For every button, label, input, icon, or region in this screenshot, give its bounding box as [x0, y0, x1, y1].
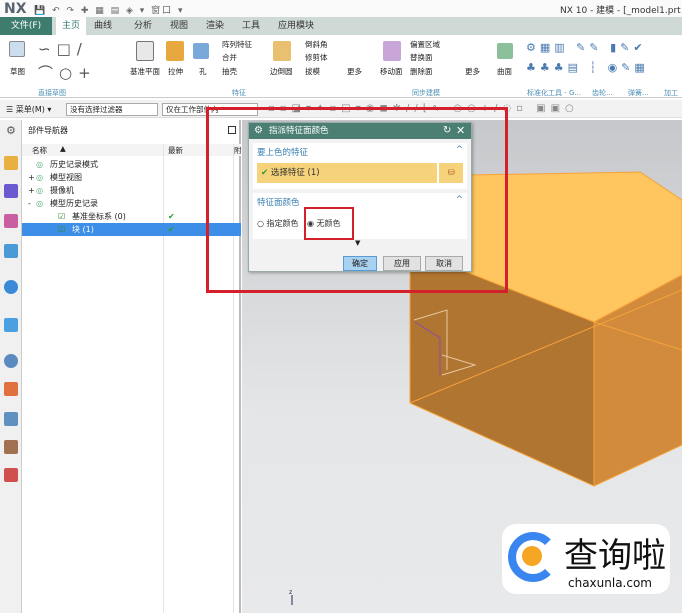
resource-bar: ⚙	[0, 120, 22, 613]
tab-tools[interactable]: 工具	[236, 17, 266, 35]
chamfer-button[interactable]: 倒斜角	[305, 39, 328, 50]
move-face-icon[interactable]	[383, 41, 401, 61]
curve-tools-icons[interactable]: ∽□/	[38, 40, 88, 58]
window-title: NX 10 - 建模 - [_model1.prt (	[560, 6, 682, 16]
column-latest[interactable]: 最新	[168, 145, 183, 156]
hole-button[interactable]: 孔	[199, 66, 207, 77]
menu-label: 菜单(M)	[15, 105, 45, 114]
expander-icon[interactable]: +	[28, 171, 35, 184]
svg-text:z: z	[289, 589, 292, 596]
curve-tools-icons-2[interactable]: ⌒○+	[38, 62, 97, 83]
delete-face-button[interactable]: 删除面	[410, 66, 433, 77]
expander-icon[interactable]: -	[28, 197, 31, 210]
edge-blend-button[interactable]: 边倒圆	[270, 66, 293, 77]
unite-button[interactable]: 合并	[222, 52, 237, 63]
tab-applications[interactable]: 应用模块	[272, 17, 320, 35]
pattern-feature-button[interactable]: 阵列特征	[222, 39, 252, 50]
group-spring: 弹簧...	[628, 89, 649, 97]
watermark: 查询啦 chaxunla.com	[502, 524, 670, 594]
type-filter-select[interactable]: 没有选择过滤器	[66, 103, 158, 116]
node-icon: ◎	[36, 186, 43, 195]
annotation-highlight-radio	[304, 207, 354, 240]
system-materials-icon[interactable]	[4, 382, 18, 396]
trim-body-button[interactable]: 修剪体	[305, 52, 328, 63]
extrude-icon[interactable]	[166, 41, 184, 61]
datum-plane-icon[interactable]	[136, 41, 154, 61]
tab-curve[interactable]: 曲线	[88, 17, 118, 35]
node-icon: ◎	[36, 199, 43, 208]
tab-file[interactable]: 文件(F)	[0, 17, 52, 35]
offset-region-button[interactable]: 偏置区域	[410, 39, 440, 50]
roles-icon[interactable]	[4, 440, 18, 454]
constraint-navigator-icon[interactable]	[4, 184, 18, 198]
group-direct-sketch: 直接草图	[38, 89, 66, 97]
annotation-highlight	[206, 107, 508, 293]
window-menu[interactable]: 窗口	[151, 6, 173, 16]
draft-button[interactable]: 拔模	[305, 66, 320, 77]
ribbon: 草图 ∽□/ ⌒○+ 基准平面 拉伸 孔 阵列特征 合并 抽壳 边倒圆 倒斜角 …	[0, 35, 682, 98]
quick-access-toolbar[interactable]: 💾 ↶ ↷ ✚ ▦ ▤ ◈ ▾ 窗口 ▾	[34, 3, 185, 16]
latest-check-icon: ✔	[168, 212, 175, 221]
process-studio-icon[interactable]	[4, 412, 18, 426]
column-name[interactable]: 名称	[32, 145, 47, 156]
extrude-button[interactable]: 拉伸	[168, 66, 183, 77]
node-label: 块 (1)	[72, 225, 94, 234]
surface-button[interactable]: 曲面	[497, 66, 512, 77]
node-label: 模型视图	[50, 173, 82, 182]
more-features-button[interactable]: 更多	[347, 66, 362, 77]
move-face-button[interactable]: 移动面	[380, 66, 403, 77]
replace-face-button[interactable]: 替换面	[410, 52, 433, 63]
expander-icon[interactable]: +	[28, 184, 35, 197]
node-icon: ◎	[36, 160, 43, 169]
node-icon: ☑	[58, 212, 66, 221]
edge-blend-icon[interactable]	[273, 41, 291, 61]
datum-plane-button[interactable]: 基准平面	[130, 66, 160, 77]
node-label: 模型历史记录	[50, 199, 98, 208]
sort-ascending-icon: ▲	[60, 144, 66, 153]
sketch-icon[interactable]	[9, 41, 25, 57]
tab-render[interactable]: 渲染	[200, 17, 230, 35]
group-machining: 加工	[664, 89, 678, 97]
reuse-library-icon[interactable]	[4, 244, 18, 258]
node-label: 基准坐标系 (0)	[72, 212, 126, 221]
tab-home[interactable]: 主页	[56, 17, 87, 35]
group-gear: 齿轮...	[592, 89, 613, 97]
standard-tools-icons-2[interactable]: ♣♣♣▤ ┆ ◉✎▦	[526, 61, 649, 74]
shell-button[interactable]: 抽壳	[222, 66, 237, 77]
node-label: 摄像机	[50, 186, 74, 195]
watermark-url: chaxunla.com	[568, 576, 652, 590]
node-icon: ◎	[36, 173, 43, 182]
group-sync-modeling: 同步建模	[412, 89, 440, 97]
surface-icon[interactable]	[497, 43, 513, 59]
assembly-navigator-icon[interactable]	[4, 156, 18, 170]
more-sync-button[interactable]: 更多	[465, 66, 480, 77]
tab-view[interactable]: 视图	[164, 17, 194, 35]
hole-icon[interactable]	[193, 43, 209, 59]
node-label: 历史记录模式	[50, 160, 98, 169]
tab-analysis[interactable]: 分析	[128, 17, 158, 35]
clock-icon[interactable]	[4, 354, 18, 368]
group-feature: 特征	[232, 89, 246, 97]
system-scenes-icon[interactable]	[4, 468, 18, 482]
ribbon-tabs: 文件(F) 主页 曲线 分析 视图 渲染 工具 应用模块	[0, 17, 682, 35]
node-icon: ☑	[58, 225, 66, 234]
sketch-button[interactable]: 草图	[10, 66, 25, 77]
menu-button[interactable]: ☰ 菜单(M) ▾	[6, 104, 51, 115]
watermark-name: 查询啦	[564, 536, 666, 576]
group-standard-tools: 标准化工具 - G...	[527, 89, 582, 97]
latest-check-icon: ✔	[168, 225, 175, 234]
settings-icon[interactable]: ⚙	[6, 124, 16, 137]
part-navigator-icon[interactable]	[4, 214, 18, 228]
history-palette-icon[interactable]	[4, 318, 18, 332]
view-triad-icon: z	[289, 589, 293, 605]
watermark-logo-dot	[522, 546, 542, 566]
nx-logo: NX	[4, 1, 27, 17]
title-bar: NX 💾 ↶ ↷ ✚ ▦ ▤ ◈ ▾ 窗口 ▾ NX 10 - 建模 - [_m…	[0, 0, 682, 17]
standard-tools-icons[interactable]: ⚙▦▥ ✎✎ ▮✎✔	[526, 41, 647, 54]
web-browser-icon[interactable]	[4, 280, 18, 294]
